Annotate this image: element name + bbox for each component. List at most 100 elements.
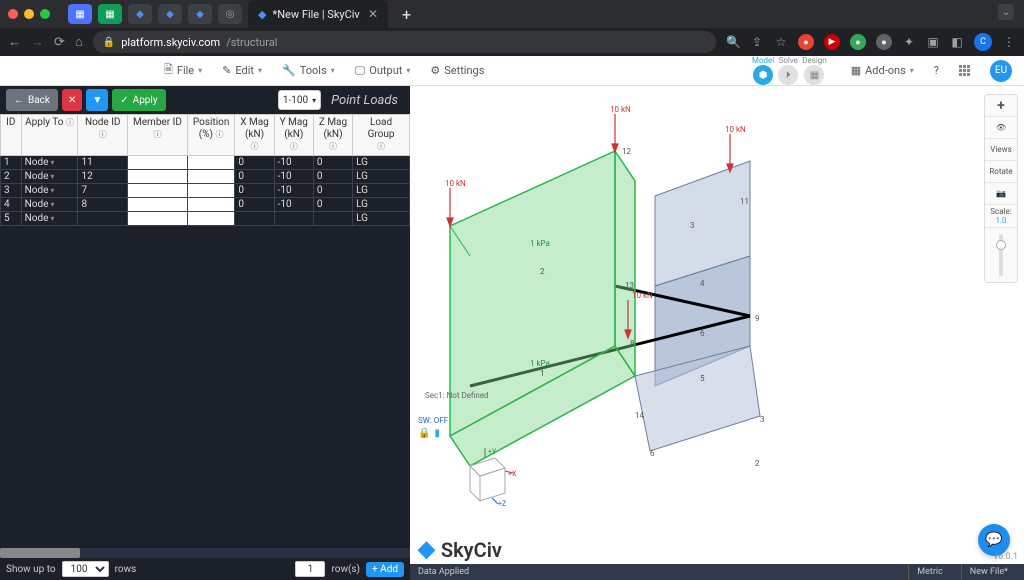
orientation-cube[interactable]: +Y +X +Z bbox=[450, 446, 520, 516]
pinned-tab-docs[interactable]: ▦ bbox=[68, 4, 92, 24]
table-row[interactable]: 2Node120-100LG bbox=[1, 170, 410, 184]
table-row[interactable]: 1Node110-100LG bbox=[1, 156, 410, 170]
user-avatar[interactable]: EU bbox=[990, 60, 1012, 82]
scale-slider[interactable] bbox=[999, 234, 1003, 276]
cancel-button[interactable]: ✕ bbox=[62, 89, 82, 111]
back-button[interactable]: ←Back bbox=[6, 89, 58, 111]
home-icon[interactable]: ⌂ bbox=[75, 34, 83, 50]
panel-title: Point Loads bbox=[325, 93, 404, 108]
puzzle-icon: ▦ bbox=[851, 64, 861, 77]
filter-button[interactable]: ▼ bbox=[86, 89, 108, 111]
browser-chrome: ▦ ▦ ◆ ◆ ◆ ◎ ◆ *New File | SkyCiv ✕ + ⌄ ←… bbox=[0, 0, 1024, 56]
zoom-in-button[interactable]: + bbox=[985, 95, 1017, 117]
help-icon[interactable]: ? bbox=[926, 60, 947, 81]
funnel-icon: ▼ bbox=[92, 95, 102, 106]
col-zmag[interactable]: Z Mag (kN)ⓘ bbox=[313, 115, 352, 156]
status-units[interactable]: Metric bbox=[908, 564, 951, 580]
svg-text:1 kPa: 1 kPa bbox=[530, 239, 550, 248]
extension-2-icon[interactable]: ▶ bbox=[824, 34, 840, 50]
url-path: /structural bbox=[226, 36, 277, 49]
table-row[interactable]: 3Node70-100LG bbox=[1, 184, 410, 198]
visibility-button[interactable]: 👁 bbox=[985, 117, 1017, 139]
lock-icon: 🔒 bbox=[103, 37, 115, 48]
profile-avatar[interactable]: C bbox=[974, 33, 992, 51]
svg-text:2: 2 bbox=[755, 459, 760, 468]
col-ymag[interactable]: Y Mag (kN)ⓘ bbox=[274, 115, 313, 156]
forward-icon[interactable]: → bbox=[31, 34, 44, 50]
reload-icon[interactable]: ⟳ bbox=[54, 35, 65, 50]
chat-fab[interactable]: 💬 bbox=[978, 524, 1010, 556]
close-window-icon[interactable] bbox=[8, 9, 18, 19]
h-scrollbar[interactable] bbox=[0, 548, 410, 558]
pinned-tab-skyciv-2[interactable]: ◆ bbox=[158, 4, 182, 24]
table-row[interactable]: 4Node80-100LG bbox=[1, 198, 410, 212]
col-pos[interactable]: Position (%) ⓘ bbox=[187, 115, 235, 156]
rotate-button[interactable]: Rotate bbox=[985, 161, 1017, 183]
loads-table[interactable]: ID Apply To ⓘ Node IDⓘ Member ID ⓘ Posit… bbox=[0, 114, 410, 226]
menu-edit[interactable]: ✎Edit▾ bbox=[214, 60, 270, 81]
table-row[interactable]: 5NodeLG bbox=[1, 212, 410, 226]
maximize-window-icon[interactable] bbox=[40, 9, 50, 19]
back-icon[interactable]: ← bbox=[8, 34, 21, 50]
svg-text:1: 1 bbox=[540, 369, 545, 378]
bookmark-icon[interactable]: ☆ bbox=[774, 35, 788, 49]
address-bar-right: 🔍 ⇪ ☆ ● ▶ ● ● ✦ ▣ ◧ C ⋮ bbox=[726, 33, 1016, 51]
apply-button[interactable]: ✓Apply bbox=[112, 89, 165, 111]
range-select[interactable]: 1-100▾ bbox=[278, 90, 321, 110]
add-row-button[interactable]: + Add bbox=[366, 562, 404, 577]
wf-model[interactable]: Model⬢ bbox=[752, 56, 774, 85]
cast-icon[interactable]: ▣ bbox=[926, 35, 940, 49]
svg-text:9: 9 bbox=[755, 314, 760, 323]
menu-file[interactable]: 🗎File▾ bbox=[156, 57, 210, 84]
col-lg[interactable]: Load Groupⓘ bbox=[353, 115, 410, 156]
pinned-tab-sheets[interactable]: ▦ bbox=[98, 4, 122, 24]
status-file[interactable]: New File* bbox=[961, 564, 1016, 580]
col-id[interactable]: ID bbox=[1, 115, 22, 156]
wf-solve[interactable]: Solve⏵ bbox=[778, 56, 798, 85]
menu-output[interactable]: 🖵Output▾ bbox=[347, 60, 419, 82]
extension-1-icon[interactable]: ● bbox=[798, 34, 814, 50]
panel-icon[interactable]: ◧ bbox=[950, 35, 964, 49]
col-member[interactable]: Member ID ⓘ bbox=[128, 115, 188, 156]
skyciv-logo: ◆ SkyCiv bbox=[418, 537, 502, 562]
pinned-tab-skyciv-3[interactable]: ◆ bbox=[188, 4, 212, 24]
apps-grid-icon[interactable] bbox=[951, 61, 978, 80]
extension-3-icon[interactable]: ● bbox=[850, 34, 866, 50]
extensions-icon[interactable]: ✦ bbox=[902, 35, 916, 49]
lock-indicators[interactable]: 🔒▮ bbox=[418, 428, 440, 439]
svg-text:14: 14 bbox=[635, 411, 644, 420]
left-bottom: Show up to 100 rows row(s) + Add bbox=[0, 548, 410, 580]
pinned-tab-other[interactable]: ◎ bbox=[218, 4, 242, 24]
wf-design[interactable]: Design▦ bbox=[802, 56, 826, 85]
svg-text:11: 11 bbox=[740, 197, 749, 206]
pinned-tab-skyciv-1[interactable]: ◆ bbox=[128, 4, 152, 24]
url-box[interactable]: 🔒 platform.skyciv.com/structural bbox=[93, 31, 716, 53]
tab-title: *New File | SkyCiv bbox=[272, 8, 359, 21]
menu-tools[interactable]: 🔧Tools▾ bbox=[274, 60, 343, 81]
camera-button[interactable]: 📷 bbox=[985, 183, 1017, 205]
menu-addons[interactable]: ▦Add-ons▾ bbox=[843, 60, 922, 81]
scale-label: Scale:1.0 bbox=[985, 205, 1017, 228]
tab-dropdown-icon[interactable]: ⌄ bbox=[998, 4, 1014, 20]
views-button[interactable]: Views bbox=[985, 139, 1017, 161]
col-apply[interactable]: Apply To ⓘ bbox=[21, 115, 78, 156]
close-tab-icon[interactable]: ✕ bbox=[368, 7, 378, 21]
active-tab[interactable]: ◆ *New File | SkyCiv ✕ bbox=[248, 0, 388, 28]
kebab-menu-icon[interactable]: ⋮ bbox=[1002, 35, 1016, 49]
card-icon: ▮ bbox=[434, 428, 440, 439]
menu-settings[interactable]: ⚙Settings bbox=[422, 60, 492, 81]
window-controls[interactable] bbox=[8, 9, 50, 19]
sw-indicator: SW: OFF bbox=[418, 416, 448, 425]
rowcount-input[interactable] bbox=[295, 561, 325, 577]
col-xmag[interactable]: X Mag (kN)ⓘ bbox=[235, 115, 274, 156]
col-node[interactable]: Node IDⓘ bbox=[78, 115, 128, 156]
search-icon[interactable]: 🔍 bbox=[726, 35, 740, 49]
showup-select[interactable]: 100 bbox=[62, 561, 109, 577]
share-icon[interactable]: ⇪ bbox=[750, 35, 764, 49]
extension-4-icon[interactable]: ● bbox=[876, 34, 892, 50]
minimize-window-icon[interactable] bbox=[24, 9, 34, 19]
arrow-left-icon: ← bbox=[14, 95, 24, 106]
viewport[interactable]: 12 11 8 13 14 3 2 6 9 2 1 3 4 6 5 bbox=[410, 86, 1024, 580]
new-tab-button[interactable]: + bbox=[394, 5, 419, 24]
svg-text:5: 5 bbox=[700, 374, 705, 383]
